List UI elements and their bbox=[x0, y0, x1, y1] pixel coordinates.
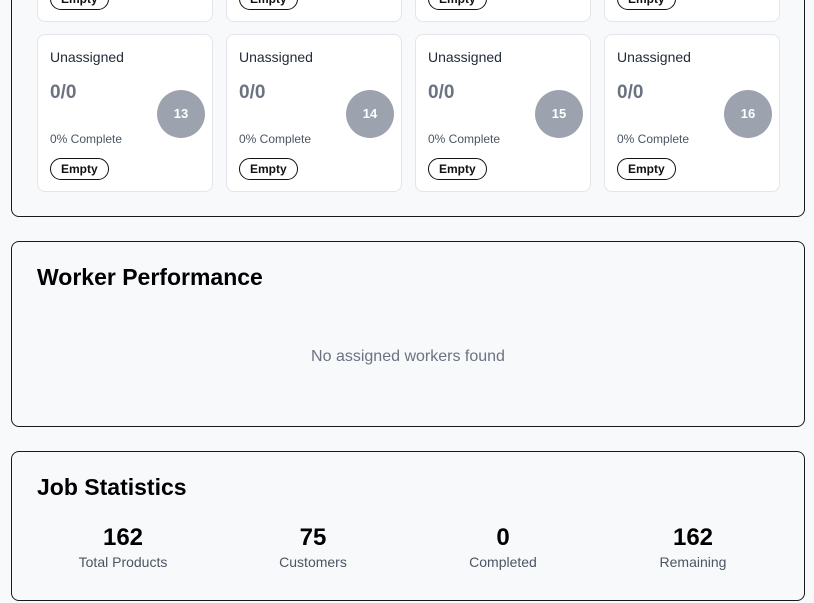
bin-percent: 0% Complete bbox=[239, 132, 312, 146]
bin-card[interactable]: Unassigned 0/0 0% Complete Empty 15 bbox=[415, 34, 591, 192]
bin-number: 15 bbox=[535, 90, 583, 138]
bin-card[interactable]: Unassigned 0/0 0% Complete Empty 16 bbox=[604, 34, 780, 192]
bin-title: Unassigned bbox=[617, 49, 691, 65]
bin-count: 0/0 bbox=[617, 82, 644, 103]
bin-count: 0/0 bbox=[50, 82, 77, 103]
stat-value: 162 bbox=[672, 524, 714, 551]
stat-value: 75 bbox=[299, 524, 327, 551]
bin-title: Unassigned bbox=[428, 49, 502, 65]
stat-completed: 0 Completed bbox=[408, 524, 598, 570]
section-title: Job Statistics bbox=[37, 474, 187, 500]
bin-card[interactable]: Empty bbox=[415, 0, 591, 22]
bins-section: Empty Empty Empty Empty Unassigned 0/0 0… bbox=[11, 0, 805, 217]
stat-customers: 75 Customers bbox=[218, 524, 408, 570]
bin-count: 0/0 bbox=[239, 82, 266, 103]
bin-card[interactable]: Unassigned 0/0 0% Complete Empty 13 bbox=[37, 34, 213, 192]
bin-card[interactable]: Empty bbox=[604, 0, 780, 22]
bin-number: 14 bbox=[346, 90, 394, 138]
empty-message: No assigned workers found bbox=[311, 348, 505, 365]
job-statistics-section: Job Statistics 162 Total Products 75 Cus… bbox=[11, 451, 805, 601]
status-badge: Empty bbox=[428, 158, 487, 180]
status-badge: Empty bbox=[50, 0, 109, 10]
stat-label: Remaining bbox=[659, 554, 727, 570]
status-badge: Empty bbox=[239, 158, 298, 180]
bin-count: 0/0 bbox=[428, 82, 455, 103]
bin-title: Unassigned bbox=[239, 49, 313, 65]
stat-remaining: 162 Remaining bbox=[598, 524, 788, 570]
worker-performance-section: Worker Performance No assigned workers f… bbox=[11, 241, 805, 427]
status-badge: Empty bbox=[428, 0, 487, 10]
stat-value: 0 bbox=[496, 524, 510, 551]
bin-number: 13 bbox=[157, 90, 205, 138]
stat-total-products: 162 Total Products bbox=[28, 524, 218, 570]
stat-label: Total Products bbox=[78, 554, 168, 570]
bin-percent: 0% Complete bbox=[50, 132, 123, 146]
bin-percent: 0% Complete bbox=[428, 132, 501, 146]
status-badge: Empty bbox=[239, 0, 298, 10]
stat-value: 162 bbox=[102, 524, 144, 551]
bin-card[interactable]: Empty bbox=[226, 0, 402, 22]
bin-card[interactable]: Unassigned 0/0 0% Complete Empty 14 bbox=[226, 34, 402, 192]
status-badge: Empty bbox=[617, 158, 676, 180]
bin-title: Unassigned bbox=[50, 49, 124, 65]
stat-label: Customers bbox=[279, 554, 347, 570]
bin-number: 16 bbox=[724, 90, 772, 138]
bin-card[interactable]: Empty bbox=[37, 0, 213, 22]
stat-label: Completed bbox=[469, 554, 537, 570]
section-title: Worker Performance bbox=[37, 264, 263, 290]
bin-percent: 0% Complete bbox=[617, 132, 690, 146]
status-badge: Empty bbox=[617, 0, 676, 10]
status-badge: Empty bbox=[50, 158, 109, 180]
